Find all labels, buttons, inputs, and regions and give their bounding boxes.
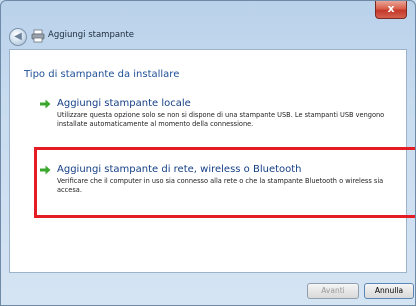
add-printer-window: x ◀ Aggiungi stampante Tipo di stampante… — [0, 0, 416, 306]
page-title: Tipo di stampante da installare — [24, 69, 180, 80]
option-title: Aggiungi stampante locale — [57, 98, 191, 109]
option-description: Verificare che il computer in uso sia co… — [57, 177, 384, 194]
back-arrow-icon: ◀ — [14, 31, 22, 42]
button-bar: Avanti Annulla — [1, 273, 415, 305]
close-button[interactable]: x — [375, 1, 407, 19]
back-button[interactable]: ◀ — [9, 28, 27, 46]
window-title: Aggiungi stampante — [48, 30, 135, 40]
printer-icon — [31, 29, 45, 43]
next-button[interactable]: Avanti — [307, 283, 359, 299]
cancel-button[interactable]: Annulla — [364, 283, 414, 299]
option-description: Utilizzare questa opzione solo se non si… — [57, 111, 385, 128]
option-title: Aggiungi stampante di rete, wireless o B… — [57, 164, 302, 175]
close-icon: x — [387, 2, 395, 15]
green-arrow-icon — [40, 99, 51, 109]
wizard-content: Tipo di stampante da installare Aggiungi… — [9, 49, 415, 273]
title-bar: x ◀ Aggiungi stampante — [1, 1, 415, 49]
green-arrow-icon — [40, 165, 51, 175]
